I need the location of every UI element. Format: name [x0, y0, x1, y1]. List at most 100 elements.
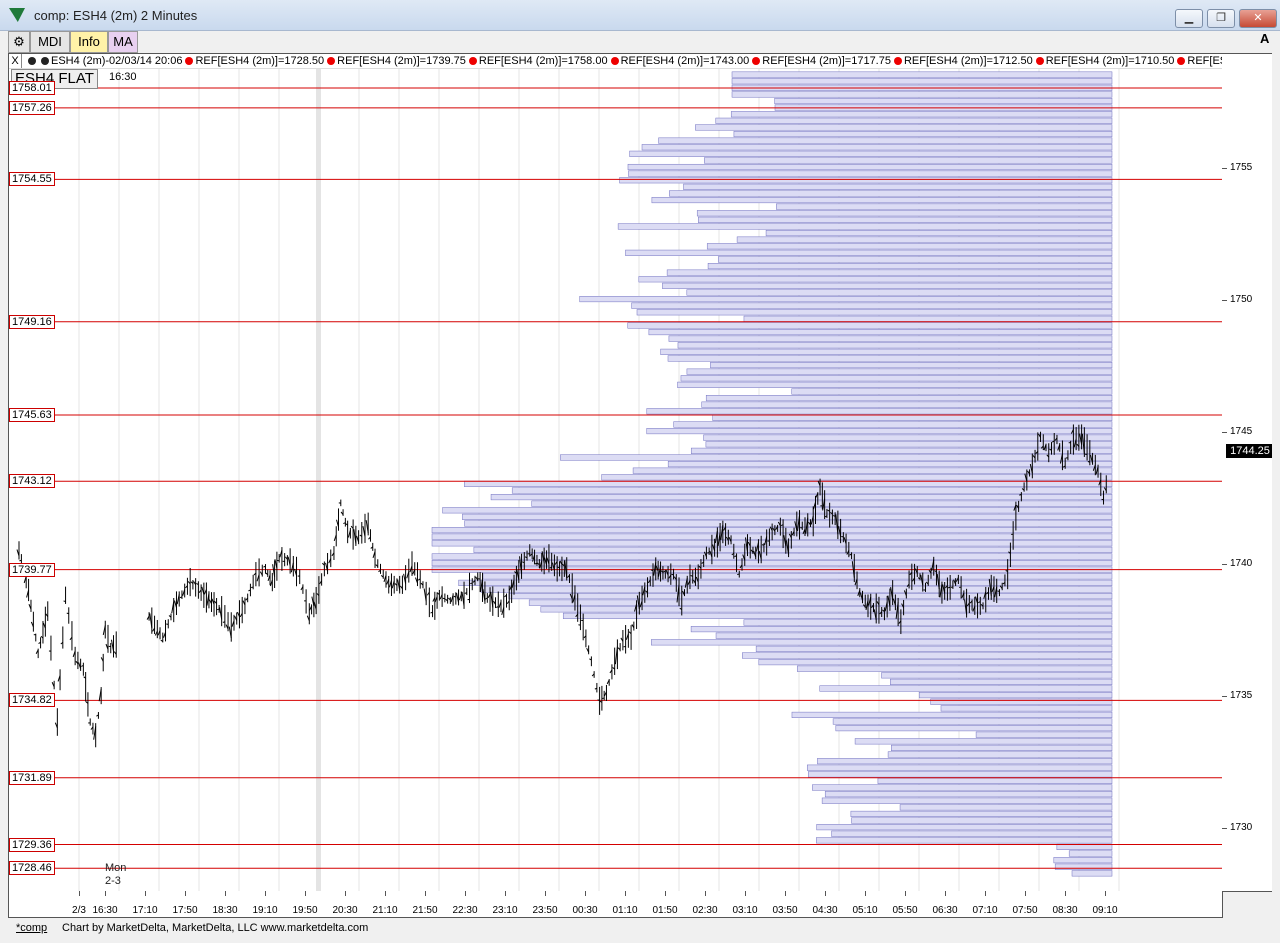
volume-profile-bar: [686, 368, 1113, 375]
time-tick-label: 03:50: [772, 905, 798, 916]
ref-label: REF[ESH4 (2m)]=1739.75: [337, 55, 466, 67]
time-tick-mark: [425, 891, 426, 896]
volume-profile-bar: [706, 243, 1113, 250]
volume-profile-bar: [462, 513, 1113, 520]
comp-tab-link[interactable]: *comp: [16, 922, 47, 934]
time-tick-label: 20:30: [332, 905, 358, 916]
session-day-label: Mon 2-3: [105, 862, 126, 888]
time-tick-label: 09:10: [1092, 905, 1118, 916]
series-dot-icon: [41, 57, 49, 65]
time-tick-mark: [545, 891, 546, 896]
volume-profile-bar: [683, 183, 1113, 190]
volume-profile-bar: [742, 652, 1113, 659]
ma-button[interactable]: MA: [108, 31, 138, 53]
volume-profile-bar: [627, 163, 1113, 171]
volume-profile-bar: [758, 659, 1113, 666]
time-tick-label: 00:30: [572, 905, 598, 916]
volume-profile-bar: [511, 487, 1113, 494]
volume-profile-bar: [1071, 870, 1113, 877]
volume-profile-bar: [743, 315, 1113, 322]
volume-profile-bar: [710, 362, 1113, 369]
volume-profile-bar: [808, 771, 1113, 778]
credit-text: Chart by MarketDelta, MarketDelta, LLC w…: [62, 922, 369, 934]
volume-profile-bar: [631, 302, 1113, 309]
volume-profile-bar: [736, 236, 1113, 243]
reference-level-label: 1757.26: [9, 100, 55, 115]
volume-profile-bar: [658, 137, 1113, 144]
settings-gear-icon[interactable]: ⚙: [8, 31, 30, 53]
reference-level-label: 1739.77: [9, 562, 55, 577]
volume-profile-bar: [636, 309, 1113, 316]
volume-profile-bar: [791, 711, 1113, 718]
minimize-button[interactable]: ▁: [1175, 9, 1203, 28]
vertical-scrollbar[interactable]: [1272, 53, 1280, 917]
volume-profile-bar: [677, 381, 1113, 388]
price-bar-open: [671, 573, 674, 576]
volume-profile-bar: [698, 216, 1113, 223]
time-tick-mark: [745, 891, 746, 896]
time-tick-label: 18:30: [212, 905, 238, 916]
time-tick-label: 05:50: [892, 905, 918, 916]
reference-level-label: 1729.36: [9, 837, 55, 852]
chart-plot-area[interactable]: X ESH4 (2m)-02/03/14 20:06 REF[ESH4 (2m)]=…: [8, 53, 1223, 892]
volume-profile-bar: [877, 777, 1113, 784]
ref-dot-icon: [1177, 57, 1186, 65]
time-tick-label: 23:10: [492, 905, 518, 916]
ref-dot-icon: [327, 57, 336, 65]
ref-label: REF[ESH4 (2m)]=1716.: [1187, 55, 1222, 67]
time-tick-mark: [79, 891, 80, 896]
volume-profile-bar: [731, 71, 1113, 78]
price-bar-open: [63, 600, 66, 603]
price-bar-open: [464, 592, 467, 594]
volume-profile-bar: [562, 612, 1113, 619]
time-tick-mark: [1025, 891, 1026, 896]
volume-profile-bar: [464, 480, 1113, 487]
price-bar-open: [737, 573, 740, 576]
info-button[interactable]: Info: [70, 31, 108, 53]
volume-profile-bar: [617, 223, 1113, 230]
ref-label: REF[ESH4 (2m)]=1728.50: [195, 55, 325, 67]
volume-profile-bar: [473, 546, 1113, 553]
time-tick-mark: [345, 891, 346, 896]
volume-profile-bar: [899, 804, 1113, 811]
reference-level-label: 1734.82: [9, 693, 55, 708]
reference-level-label: 1754.55: [9, 172, 55, 187]
maximize-button[interactable]: ❐: [1207, 9, 1235, 28]
price-axis[interactable]: 1755 1750 1745 1740 1735 1730 1744.25: [1222, 53, 1274, 892]
volume-profile-bar: [730, 111, 1113, 118]
volume-profile-bar: [704, 157, 1113, 164]
mdi-button[interactable]: MDI: [30, 31, 70, 53]
time-tick-mark: [705, 891, 706, 896]
volume-profile-bar: [717, 256, 1113, 263]
volume-profile-bar: [641, 144, 1113, 151]
volume-profile-bar: [817, 758, 1113, 765]
legend-close-icon[interactable]: X: [9, 54, 22, 68]
time-tick-label: 02:30: [692, 905, 718, 916]
reference-legend-bar: X ESH4 (2m)-02/03/14 20:06 REF[ESH4 (2m)]=…: [9, 54, 1222, 69]
time-tick-mark: [865, 891, 866, 896]
ref-dot-icon: [893, 57, 902, 65]
volume-profile-bar: [812, 784, 1113, 791]
time-tick-label: 07:10: [972, 905, 998, 916]
volume-profile-bar: [940, 705, 1113, 712]
series-dot-icon: [28, 57, 36, 65]
volume-profile-bar: [890, 678, 1113, 685]
volume-profile-bar: [715, 117, 1113, 124]
volume-profile-bar: [627, 322, 1113, 329]
volume-profile-bar: [731, 78, 1113, 85]
volume-profile-bar: [891, 744, 1113, 751]
volume-profile-bar: [715, 632, 1113, 639]
time-axis[interactable]: 2/3 16:30 17:10 17:50 18:30 19:10 19:50 20:30 21…: [8, 891, 1223, 918]
close-button[interactable]: ✕: [1239, 9, 1277, 28]
volume-profile-bar: [646, 428, 1113, 435]
volume-profile-bar: [638, 276, 1113, 283]
price-bar-open: [832, 515, 836, 517]
volume-profile-bar: [480, 586, 1113, 593]
volume-profile-bar: [733, 130, 1113, 138]
ref-label: REF[ESH4 (2m)]=1743.00: [620, 55, 750, 67]
time-tick-label: 17:50: [172, 905, 198, 916]
time-tick-mark: [825, 891, 826, 896]
time-tick-mark: [185, 891, 186, 896]
font-size-button[interactable]: A: [1260, 31, 1269, 46]
time-tick-label: 05:10: [852, 905, 878, 916]
